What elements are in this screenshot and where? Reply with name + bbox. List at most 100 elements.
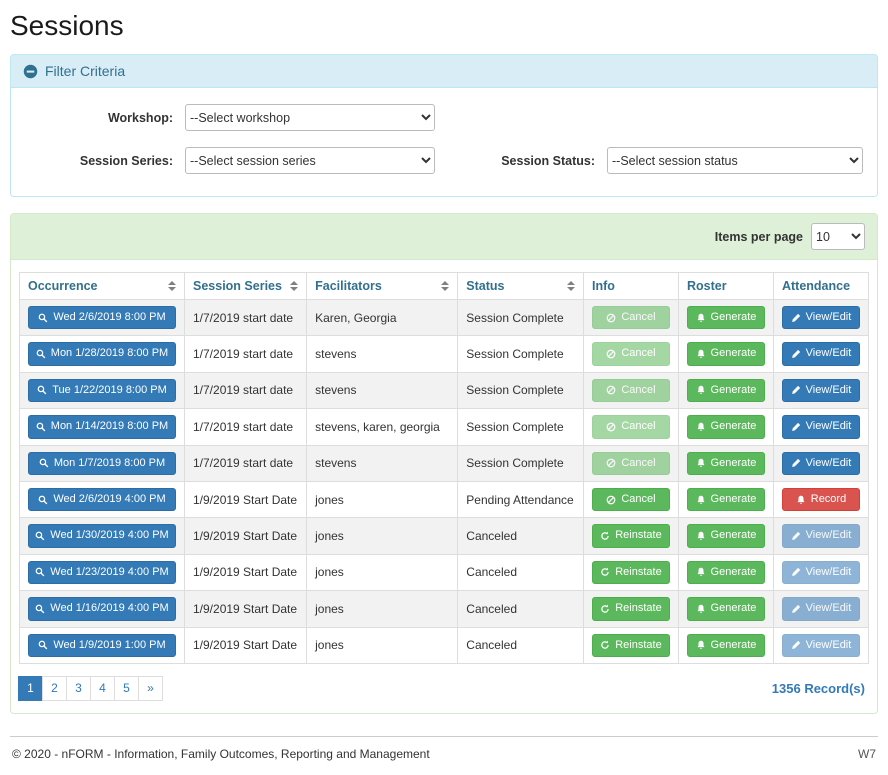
generate-roster-button[interactable]: Generate bbox=[687, 488, 765, 511]
cancel-button: Cancel bbox=[592, 379, 670, 402]
generate-roster-button-label: Generate bbox=[711, 456, 757, 471]
generate-roster-button[interactable]: Generate bbox=[687, 342, 765, 365]
page-button-4[interactable]: 4 bbox=[90, 676, 115, 701]
reinstate-button[interactable]: Reinstate bbox=[592, 524, 670, 547]
session-row: Wed 1/9/2019 1:00 PM1/9/2019 Start Datej… bbox=[20, 627, 869, 663]
occurrence-button[interactable]: Wed 1/16/2019 4:00 PM bbox=[28, 597, 176, 620]
viewedit-attendance-button[interactable]: View/Edit bbox=[782, 306, 860, 329]
viewedit-attendance-button[interactable]: View/Edit bbox=[782, 415, 860, 438]
session-series-label: Session Series: bbox=[25, 154, 185, 168]
info-cell: Reinstate bbox=[583, 627, 678, 663]
sort-icon[interactable] bbox=[567, 281, 575, 291]
sort-icon[interactable] bbox=[168, 281, 176, 291]
reinstate-button[interactable]: Reinstate bbox=[592, 597, 670, 620]
viewedit-attendance-button-label: View/Edit bbox=[806, 383, 852, 398]
filter-criteria-panel: Filter Criteria Workshop: --Select works… bbox=[10, 54, 878, 197]
info-cell: Reinstate bbox=[583, 518, 678, 554]
reinstate-icon bbox=[600, 531, 610, 541]
info-cell: Reinstate bbox=[583, 554, 678, 590]
status-cell: Canceled bbox=[458, 591, 584, 627]
column-header-status[interactable]: Status bbox=[458, 273, 584, 300]
generate-roster-button-label: Generate bbox=[711, 528, 757, 543]
page-button-2[interactable]: 2 bbox=[42, 676, 67, 701]
generate-roster-button[interactable]: Generate bbox=[687, 306, 765, 329]
series-cell: 1/7/2019 start date bbox=[185, 336, 307, 372]
footer-copyright: © 2020 - nFORM - Information, Family Out… bbox=[12, 747, 430, 761]
status-cell: Session Complete bbox=[458, 445, 584, 481]
items-per-page-select[interactable]: 10 bbox=[811, 223, 865, 250]
info-cell: Cancel bbox=[583, 372, 678, 408]
column-label: Info bbox=[592, 279, 615, 293]
page-button-3[interactable]: 3 bbox=[66, 676, 91, 701]
occurrence-button[interactable]: Wed 1/23/2019 4:00 PM bbox=[28, 561, 176, 584]
roster-cell: Generate bbox=[678, 627, 773, 663]
attendance-cell: View/Edit bbox=[773, 445, 868, 481]
series-cell: 1/9/2019 Start Date bbox=[185, 554, 307, 590]
viewedit-attendance-button-label: View/Edit bbox=[806, 456, 852, 471]
page-button-5[interactable]: 5 bbox=[114, 676, 139, 701]
occurrence-button[interactable]: Wed 2/6/2019 8:00 PM bbox=[28, 306, 176, 329]
session-series-select[interactable]: --Select session series bbox=[185, 147, 435, 174]
session-status-select[interactable]: --Select session status bbox=[607, 147, 863, 174]
cancel-button[interactable]: Cancel bbox=[592, 488, 670, 511]
collapse-minus-icon[interactable] bbox=[23, 64, 38, 79]
info-cell: Cancel bbox=[583, 300, 678, 336]
page-button-1[interactable]: 1 bbox=[18, 676, 43, 701]
occurrence-button[interactable]: Wed 2/6/2019 4:00 PM bbox=[28, 488, 176, 511]
filter-criteria-header[interactable]: Filter Criteria bbox=[11, 55, 877, 88]
occurrence-cell: Wed 1/23/2019 4:00 PM bbox=[20, 554, 185, 590]
roster-cell: Generate bbox=[678, 336, 773, 372]
record-icon bbox=[796, 495, 806, 505]
column-header-session-series[interactable]: Session Series bbox=[185, 273, 307, 300]
record-attendance-button[interactable]: Record bbox=[782, 488, 860, 511]
occurrence-button[interactable]: Mon 1/7/2019 8:00 PM bbox=[28, 452, 176, 475]
pagination: 12345» bbox=[19, 676, 163, 701]
cancel-icon bbox=[606, 349, 616, 359]
generate-roster-button[interactable]: Generate bbox=[687, 561, 765, 584]
sessions-table-toolbar: Items per page 10 bbox=[11, 214, 877, 260]
occurrence-button[interactable]: Mon 1/28/2019 8:00 PM bbox=[28, 342, 176, 365]
column-header-occurrence[interactable]: Occurrence bbox=[20, 273, 185, 300]
generate-roster-button[interactable]: Generate bbox=[687, 634, 765, 657]
record-count: 1356 Record(s) bbox=[772, 681, 869, 696]
generate-roster-button[interactable]: Generate bbox=[687, 452, 765, 475]
occurrence-button-label: Wed 1/30/2019 4:00 PM bbox=[50, 528, 168, 543]
search-icon bbox=[36, 422, 46, 432]
table-footer: 12345» 1356 Record(s) bbox=[19, 676, 869, 701]
reinstate-button[interactable]: Reinstate bbox=[592, 561, 670, 584]
column-header-facilitators[interactable]: Facilitators bbox=[307, 273, 458, 300]
next-page-button[interactable]: » bbox=[138, 676, 163, 701]
cancel-button-label: Cancel bbox=[621, 492, 655, 507]
sort-icon[interactable] bbox=[290, 281, 298, 291]
column-label: Status bbox=[466, 279, 504, 293]
occurrence-button-label: Wed 1/23/2019 4:00 PM bbox=[50, 565, 168, 580]
reinstate-button-label: Reinstate bbox=[615, 528, 661, 543]
series-cell: 1/9/2019 Start Date bbox=[185, 518, 307, 554]
generate-roster-button[interactable]: Generate bbox=[687, 415, 765, 438]
session-row: Tue 1/22/2019 8:00 PM1/7/2019 start date… bbox=[20, 372, 869, 408]
column-label: Session Series bbox=[193, 279, 282, 293]
generate-roster-button-label: Generate bbox=[711, 638, 757, 653]
occurrence-button[interactable]: Wed 1/30/2019 4:00 PM bbox=[28, 524, 176, 547]
workshop-select[interactable]: --Select workshop bbox=[185, 104, 435, 131]
occurrence-button[interactable]: Wed 1/9/2019 1:00 PM bbox=[28, 634, 176, 657]
occurrence-button[interactable]: Mon 1/14/2019 8:00 PM bbox=[28, 415, 176, 438]
viewedit-attendance-button: View/Edit bbox=[782, 597, 860, 620]
viewedit-attendance-button-label: View/Edit bbox=[806, 419, 852, 434]
viewedit-attendance-button[interactable]: View/Edit bbox=[782, 452, 860, 475]
viewedit-attendance-button[interactable]: View/Edit bbox=[782, 342, 860, 365]
sessions-table-body: Wed 2/6/2019 8:00 PM1/7/2019 start dateK… bbox=[20, 300, 869, 664]
series-cell: 1/9/2019 Start Date bbox=[185, 591, 307, 627]
occurrence-button[interactable]: Tue 1/22/2019 8:00 PM bbox=[28, 379, 176, 402]
sessions-page: Sessions Filter Criteria Workshop: --Sel… bbox=[0, 0, 888, 775]
session-row: Wed 1/16/2019 4:00 PM 1/9/2019 Start Date… bbox=[20, 591, 869, 627]
sort-icon[interactable] bbox=[441, 281, 449, 291]
generate-roster-button[interactable]: Generate bbox=[687, 597, 765, 620]
viewedit-attendance-button[interactable]: View/Edit bbox=[782, 379, 860, 402]
workshop-label: Workshop: bbox=[25, 111, 185, 125]
session-row: Wed 2/6/2019 8:00 PM1/7/2019 start dateK… bbox=[20, 300, 869, 336]
generate-roster-button[interactable]: Generate bbox=[687, 379, 765, 402]
attendance-cell: View/Edit bbox=[773, 336, 868, 372]
reinstate-button[interactable]: Reinstate bbox=[592, 634, 670, 657]
generate-roster-button[interactable]: Generate bbox=[687, 524, 765, 547]
